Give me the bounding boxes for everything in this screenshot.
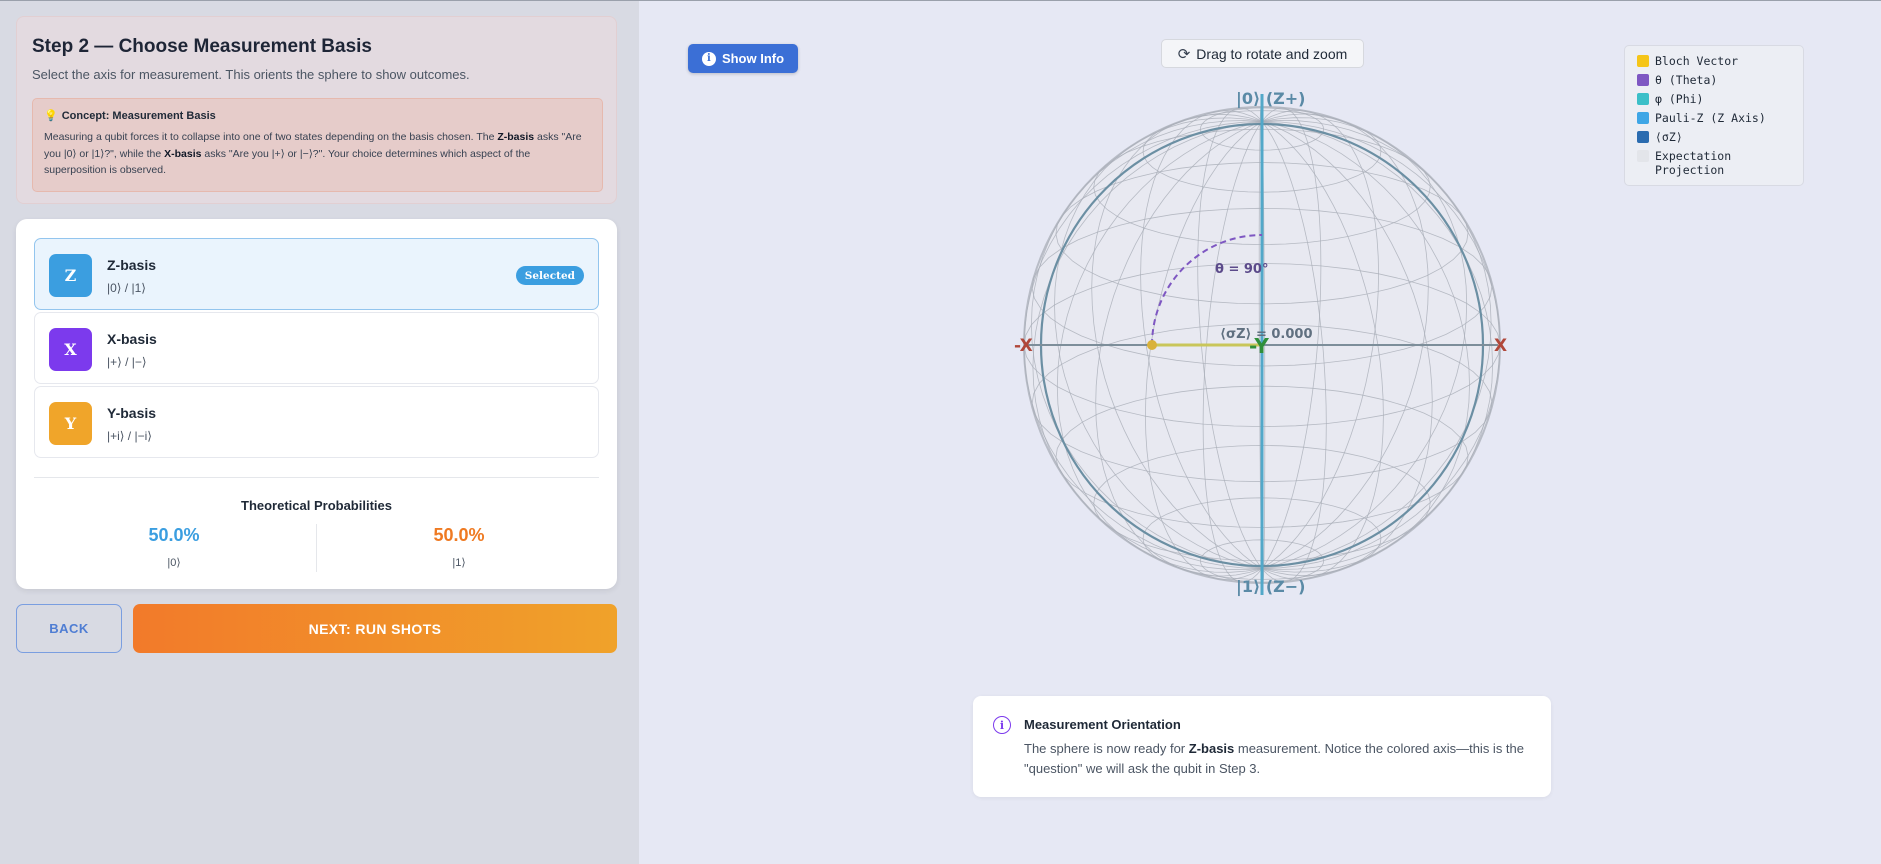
info-circle-icon: i	[993, 716, 1011, 734]
show-info-label: Show Info	[721, 51, 785, 66]
probability-zero: 50.0% |0⟩	[34, 525, 314, 569]
y-letter-icon: Y	[49, 402, 92, 445]
z-minus-label: |1⟩ (Z−)	[1236, 577, 1306, 597]
legend-item: Bloch Vector	[1637, 54, 1791, 68]
next-run-shots-button[interactable]: NEXT: RUN SHOTS	[133, 604, 617, 653]
basis-name: Z-basis	[107, 257, 157, 273]
x-minus-label: -X	[1014, 336, 1033, 356]
x-letter-icon: X	[49, 328, 92, 371]
legend-swatch	[1637, 55, 1649, 67]
bloch-vector-tip	[1147, 340, 1157, 350]
y-axis-label: -Y	[1249, 334, 1269, 358]
measurement-orientation-card: i Measurement Orientation The sphere is …	[973, 696, 1551, 797]
basis-option-z[interactable]: Z Z-basis |0⟩ / |1⟩ Selected	[34, 238, 599, 310]
orientation-body: The sphere is now ready for Z-basis meas…	[1024, 741, 1525, 776]
basis-states: |0⟩ / |1⟩	[107, 281, 146, 295]
legend-swatch	[1637, 150, 1649, 162]
probability-one-label: |1⟩	[452, 557, 466, 569]
page-title: Step 2 — Choose Measurement Basis	[32, 36, 372, 57]
page-subtitle: Select the axis for measurement. This or…	[32, 67, 470, 82]
basis-option-x[interactable]: X X-basis |+⟩ / |−⟩	[34, 312, 599, 384]
drag-hint: ⟳ Drag to rotate and zoom	[1161, 39, 1364, 68]
legend-item: Pauli-Z (Z Axis)	[1637, 111, 1791, 125]
lightbulb-icon: 💡	[44, 110, 58, 122]
concept-body: Measuring a qubit forces it to collapse …	[44, 131, 582, 176]
rotate-icon: ⟳	[1177, 45, 1191, 63]
concept-callout: 💡 Concept: Measurement Basis Measuring a…	[32, 98, 603, 192]
selected-badge: Selected	[515, 266, 584, 285]
legend-item: φ (Phi)	[1637, 92, 1791, 106]
back-button[interactable]: BACK	[16, 604, 122, 653]
concept-title-text: Concept: Measurement Basis	[61, 109, 216, 122]
basis-states: |+⟩ / |−⟩	[107, 355, 147, 369]
z-letter-icon: Z	[49, 254, 92, 297]
basis-name: Y-basis	[107, 405, 157, 421]
divider	[34, 477, 599, 478]
probability-zero-value: 50.0%	[148, 525, 200, 545]
concept-title: 💡 Concept: Measurement Basis	[44, 109, 591, 123]
probability-zero-label: |0⟩	[167, 557, 181, 569]
z-plus-label: |0⟩ (Z+)	[1236, 90, 1306, 109]
legend-item: ⟨σZ⟩	[1637, 130, 1791, 144]
basis-option-y[interactable]: Y Y-basis |+i⟩ / |−i⟩	[34, 386, 599, 458]
legend-swatch	[1637, 93, 1649, 105]
orientation-title: Measurement Orientation	[1024, 717, 1181, 732]
basis-states: |+i⟩ / |−i⟩	[107, 429, 152, 443]
drag-hint-label: Drag to rotate and zoom	[1196, 45, 1348, 62]
sphere-legend: Bloch Vector θ (Theta) φ (Phi) Pauli-Z (…	[1624, 45, 1804, 186]
legend-swatch	[1637, 131, 1649, 143]
bloch-sphere[interactable]: θ = 90° ⟨σZ⟩ = 0.000 -Y |0⟩ (Z+) |1⟩ (Z−…	[1010, 90, 1510, 600]
legend-swatch	[1637, 112, 1649, 124]
step-header-card: Step 2 — Choose Measurement Basis Select…	[16, 16, 617, 204]
probabilities-title: Theoretical Probabilities	[241, 498, 392, 513]
x-plus-label: X	[1494, 336, 1507, 356]
left-panel: Step 2 — Choose Measurement Basis Select…	[0, 1, 639, 864]
theta-label: θ = 90°	[1215, 262, 1268, 277]
legend-item: θ (Theta)	[1637, 73, 1791, 87]
show-info-button[interactable]: i Show Info	[688, 44, 798, 73]
probability-one-value: 50.0%	[433, 525, 485, 545]
probability-separator	[316, 524, 317, 572]
legend-item: Expectation Projection	[1637, 149, 1791, 177]
probability-one: 50.0% |1⟩	[319, 525, 599, 569]
basis-name: X-basis	[107, 331, 157, 347]
basis-selection-card: Z Z-basis |0⟩ / |1⟩ Selected X X-basis |…	[16, 219, 617, 589]
legend-swatch	[1637, 74, 1649, 86]
info-icon: i	[701, 51, 716, 66]
